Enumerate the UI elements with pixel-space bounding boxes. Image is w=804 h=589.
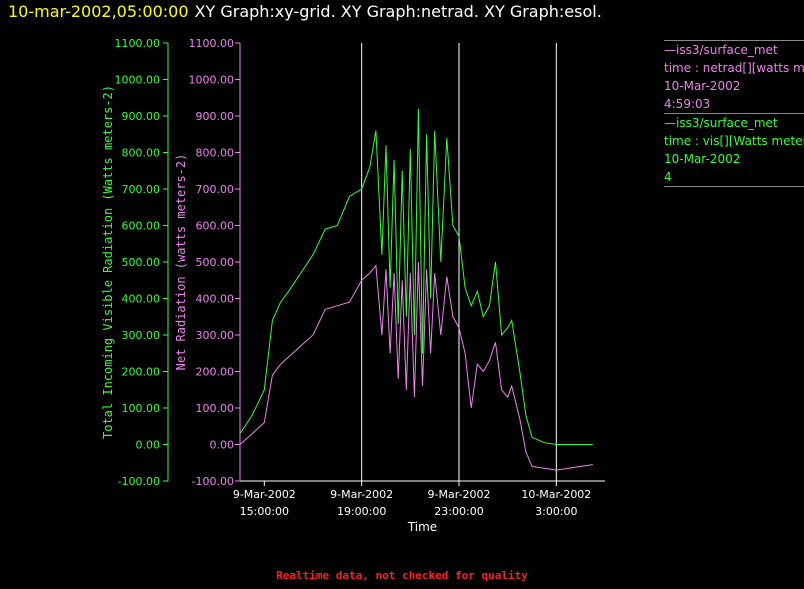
netrad-tick-label-3: 200.00 [196,366,235,379]
legend-vis-date: 10-Mar-2002 [664,152,741,166]
netrad-tick-label-1: 0.00 [210,439,235,452]
netrad-tick-label-5: 400.00 [196,293,235,306]
quality-warning: Realtime data, not checked for quality [276,569,528,582]
legend-vis-source: —iss3/surface_met [664,116,778,130]
x-tick-time-1: 19:00:00 [337,505,386,518]
legend-netrad-date: 10-Mar-2002 [664,79,741,93]
netrad-tick-label-9: 800.00 [196,147,235,160]
legend-vis-time: 4 [664,170,672,184]
vis-tick-label-7: 600.00 [122,220,161,233]
x-tick-label-3: 10-Mar-2002 [521,488,591,501]
vis-axis-label: Total Incoming Visible Radiation (Watts … [101,85,115,439]
netrad-tick-label-6: 500.00 [196,256,235,269]
vis-tick-label-4: 300.00 [122,329,161,342]
vis-tick-label-5: 400.00 [122,293,161,306]
netrad-tick-label-4: 300.00 [196,329,235,342]
x-tick-label-2: 9-Mar-2002 [428,488,491,501]
vis-tick-label-1: 0.00 [136,439,161,452]
legend-entry-netrad: —iss3/surface_met time : netrad[][watts … [664,40,804,114]
vis-tick-label-2: 100.00 [122,402,161,415]
legend-vis-variable: time : vis[][Watts meters-2] [664,134,804,148]
x-tick-label-0: 9-Mar-2002 [233,488,296,501]
netrad-axis-label: Net Radiation (watts meters-2) [174,154,188,371]
series-netrad-line [239,261,593,471]
legend-entry-vis: —iss3/surface_met time : vis[][Watts met… [664,114,804,187]
vis-tick-label-8: 700.00 [122,183,161,196]
vis-tick-label-9: 800.00 [122,147,161,160]
x-tick-label-1: 9-Mar-2002 [330,488,393,501]
netrad-tick-label-12: 1100.00 [189,37,235,50]
netrad-tick-label-8: 700.00 [196,183,235,196]
vis-tick-label-0: -100.00 [118,475,160,488]
x-tick-time-3: 3:00:00 [535,505,577,518]
series-layer [239,108,593,471]
series-vis-line [239,108,593,445]
x-tick-time-0: 15:00:00 [240,505,289,518]
vis-tick-label-3: 200.00 [122,366,161,379]
vis-tick-label-12: 1100.00 [115,37,161,50]
vis-tick-label-11: 1000.00 [115,74,161,87]
legend-netrad-time: 4:59:03 [664,97,711,111]
netrad-tick-label-0: -100.00 [192,475,234,488]
netrad-tick-label-10: 900.00 [196,110,235,123]
vis-tick-label-10: 900.00 [122,110,161,123]
netrad-tick-label-7: 600.00 [196,220,235,233]
x-tick-time-2: 23:00:00 [434,505,483,518]
legend-netrad-source: —iss3/surface_met [664,43,778,57]
legend: —iss3/surface_met time : netrad[][watts … [664,40,804,187]
x-axis-label: Time [407,520,437,534]
netrad-tick-label-2: 100.00 [196,402,235,415]
netrad-tick-label-11: 1000.00 [189,74,235,87]
vis-tick-label-6: 500.00 [122,256,161,269]
legend-netrad-variable: time : netrad[][watts meters-2] [664,61,804,75]
